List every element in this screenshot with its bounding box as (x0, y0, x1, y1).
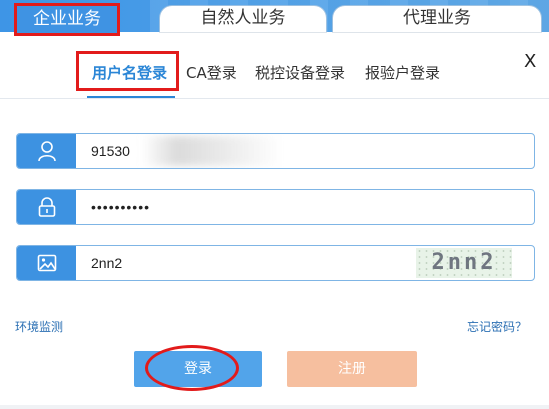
captcha-image[interactable]: 2nn2 (416, 248, 512, 278)
subtab-ca-login[interactable]: CA登录 (186, 62, 237, 83)
subtab-username-login[interactable]: 用户名登录 (92, 62, 167, 83)
password-value: •••••••••• (91, 199, 151, 215)
close-button[interactable]: X (524, 51, 536, 72)
tab-enterprise[interactable]: 企业业务 (14, 3, 120, 36)
forgot-password-link[interactable]: 忘记密码？ (467, 318, 527, 335)
redaction-blur (142, 136, 282, 166)
login-button[interactable]: 登录 (134, 351, 262, 387)
captcha-noise (416, 248, 512, 278)
lock-icon (17, 190, 76, 224)
env-check-link[interactable]: 环境监测 (15, 318, 63, 335)
image-icon (17, 246, 76, 280)
subtab-tax-device-login[interactable]: 税控设备登录 (255, 62, 345, 83)
subtab-inspection-login[interactable]: 报验户登录 (365, 62, 440, 83)
tab-personal[interactable]: 自然人业务 (160, 6, 326, 32)
user-icon (17, 134, 76, 168)
captcha-field[interactable]: 2nn2 2nn2 (16, 245, 535, 281)
bottom-border (0, 405, 549, 409)
captcha-value: 2nn2 (91, 255, 123, 271)
divider (0, 98, 549, 99)
tab-agent[interactable]: 代理业务 (333, 6, 541, 32)
password-field[interactable]: •••••••••• (16, 189, 535, 225)
register-button[interactable]: 注册 (287, 351, 417, 387)
username-value: 91530 (91, 143, 130, 159)
username-field[interactable]: 91530 (16, 133, 535, 169)
